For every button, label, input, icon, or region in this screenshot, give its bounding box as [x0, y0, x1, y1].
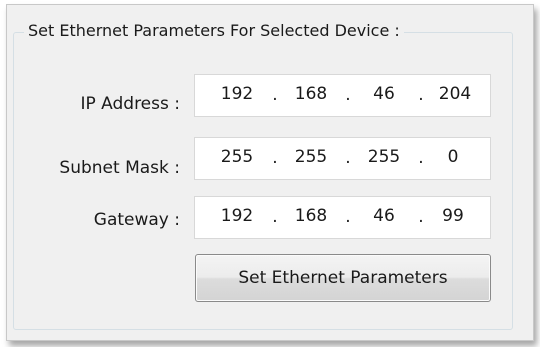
subnet-mask-octet-3[interactable]: 255	[356, 138, 412, 179]
gateway-field[interactable]: 192 . 168 . 46 . 99	[194, 196, 491, 239]
gateway-label: Gateway :	[93, 210, 180, 230]
octet-separator: .	[345, 85, 351, 105]
ip-address-octet-4[interactable]: 204	[427, 75, 483, 116]
gateway-octet-3[interactable]: 46	[356, 197, 412, 238]
gateway-octet-4[interactable]: 99	[425, 197, 481, 238]
ip-address-label: IP Address :	[80, 94, 180, 114]
subnet-mask-octet-4[interactable]: 0	[425, 138, 481, 179]
gateway-octet-1[interactable]: 192	[209, 197, 265, 238]
ip-address-field[interactable]: 192 . 168 . 46 . 204	[194, 74, 491, 117]
octet-separator: .	[345, 207, 351, 227]
subnet-mask-octet-1[interactable]: 255	[209, 138, 265, 179]
subnet-mask-octet-2[interactable]: 255	[283, 138, 339, 179]
groupbox-title: Set Ethernet Parameters For Selected Dev…	[24, 18, 404, 44]
subnet-mask-field[interactable]: 255 . 255 . 255 . 0	[194, 137, 491, 180]
ip-address-octet-2[interactable]: 168	[283, 75, 339, 116]
octet-separator: .	[272, 207, 278, 227]
set-ethernet-parameters-button[interactable]: Set Ethernet Parameters	[195, 254, 491, 302]
ip-address-octet-3[interactable]: 46	[356, 75, 412, 116]
octet-separator: .	[345, 148, 351, 168]
subnet-mask-label: Subnet Mask :	[59, 158, 180, 178]
octet-separator: .	[272, 85, 278, 105]
gateway-octet-2[interactable]: 168	[283, 197, 339, 238]
octet-separator: .	[418, 85, 424, 105]
ip-address-octet-1[interactable]: 192	[209, 75, 265, 116]
octet-separator: .	[272, 148, 278, 168]
